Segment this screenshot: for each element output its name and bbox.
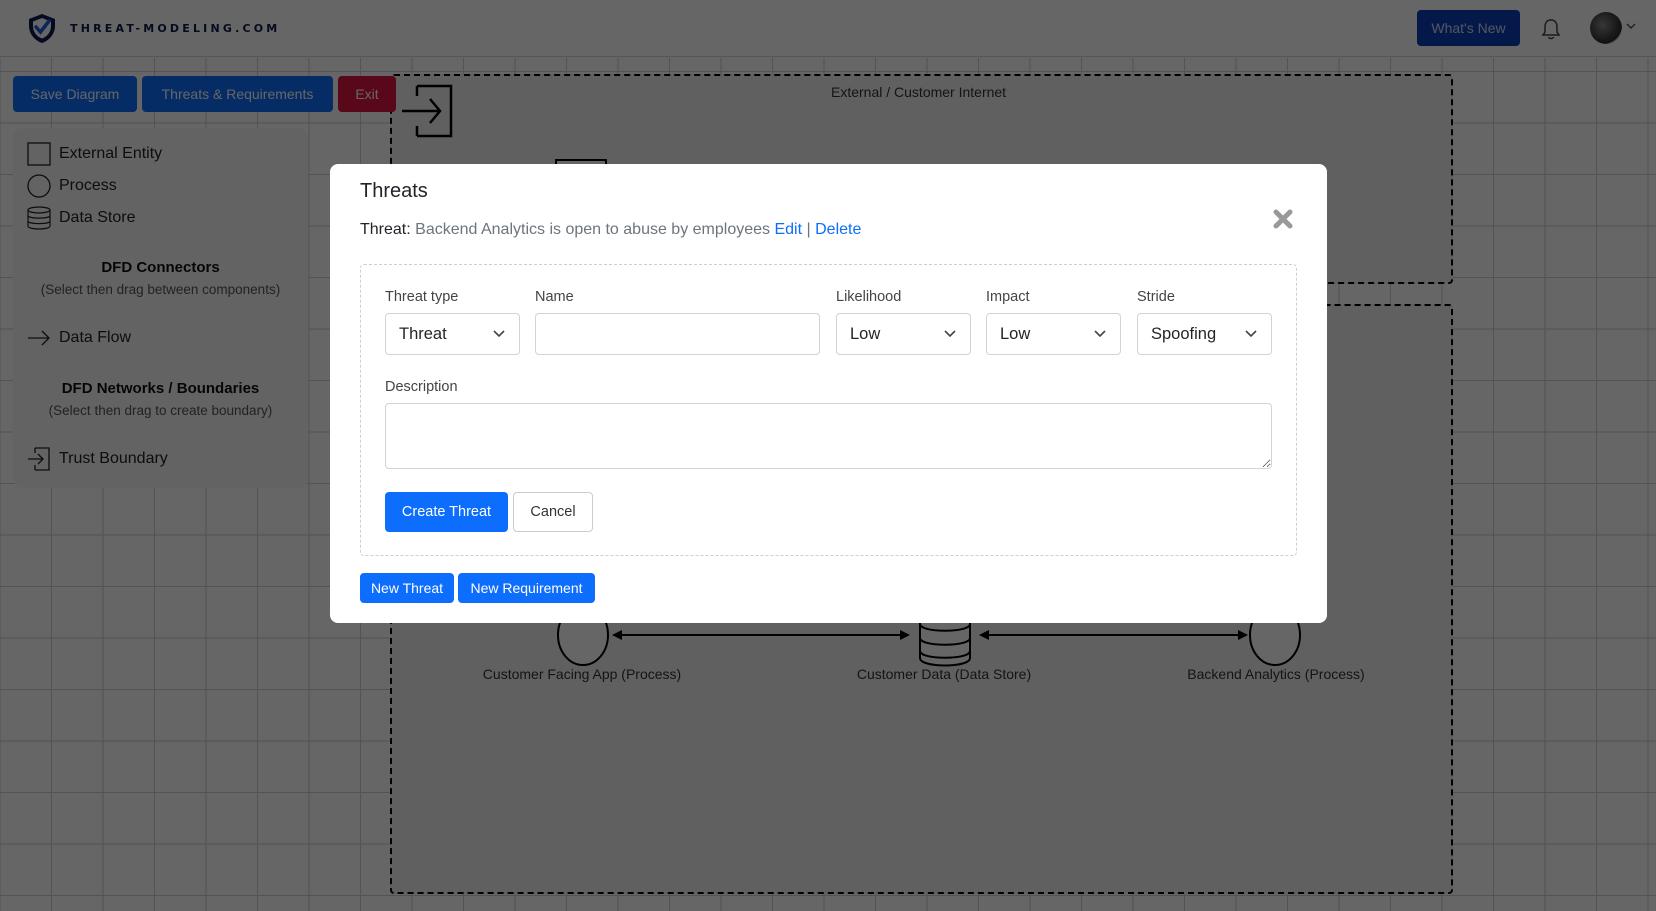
likelihood-value: Low bbox=[850, 324, 881, 343]
existing-threat: Threat: Backend Analytics is open to abu… bbox=[360, 221, 861, 239]
threat-type-select[interactable]: Threat bbox=[385, 313, 520, 355]
likelihood-label: Likelihood bbox=[836, 289, 902, 305]
chevron-down-icon bbox=[493, 330, 505, 338]
description-label: Description bbox=[385, 379, 458, 395]
impact-select[interactable]: Low bbox=[986, 313, 1121, 355]
cancel-button[interactable]: Cancel bbox=[513, 492, 593, 532]
close-icon[interactable] bbox=[1272, 208, 1294, 230]
stride-value: Spoofing bbox=[1151, 324, 1217, 343]
name-input[interactable] bbox=[535, 313, 820, 355]
chevron-down-icon bbox=[1094, 330, 1106, 338]
new-requirement-button[interactable]: New Requirement bbox=[458, 573, 595, 603]
create-threat-button[interactable]: Create Threat bbox=[385, 492, 508, 532]
description-textarea[interactable] bbox=[385, 403, 1272, 469]
threat-type-label: Threat type bbox=[385, 289, 459, 305]
impact-label: Impact bbox=[986, 289, 1030, 305]
modal-title: Threats bbox=[360, 180, 428, 202]
impact-value: Low bbox=[1000, 324, 1031, 343]
name-label: Name bbox=[535, 289, 574, 305]
threat-prefix: Threat: bbox=[360, 221, 411, 238]
link-separator: | bbox=[806, 221, 811, 238]
delete-threat-link[interactable]: Delete bbox=[815, 221, 861, 238]
threats-modal: Threats Threat: Backend Analytics is ope… bbox=[330, 164, 1327, 623]
chevron-down-icon bbox=[944, 330, 956, 338]
threat-type-value: Threat bbox=[399, 324, 447, 343]
new-threat-button[interactable]: New Threat bbox=[360, 573, 454, 603]
edit-threat-link[interactable]: Edit bbox=[774, 221, 802, 238]
stride-label: Stride bbox=[1137, 289, 1175, 305]
chevron-down-icon bbox=[1245, 330, 1257, 338]
likelihood-select[interactable]: Low bbox=[836, 313, 971, 355]
threat-form: Threat type Threat Name Likelihood Low I… bbox=[360, 264, 1297, 556]
stride-select[interactable]: Spoofing bbox=[1137, 313, 1272, 355]
threat-text: Backend Analytics is open to abuse by em… bbox=[415, 221, 771, 238]
